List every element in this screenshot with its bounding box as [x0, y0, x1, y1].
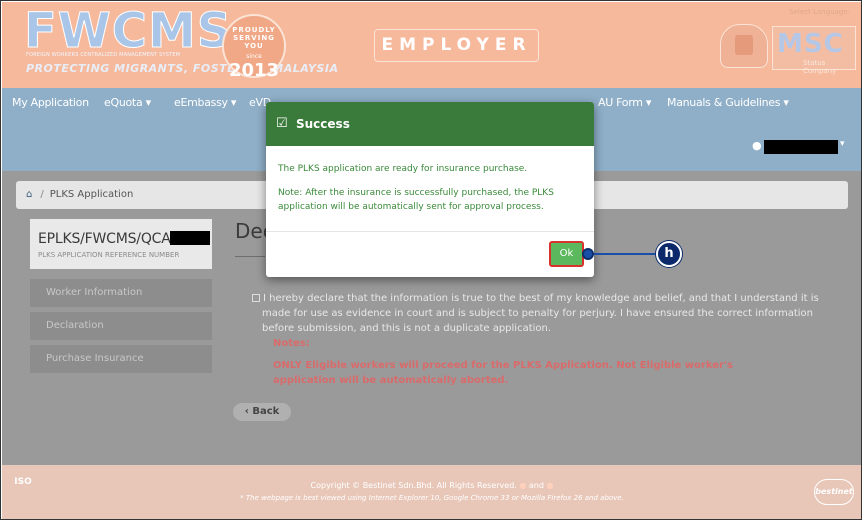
- title-underline: [235, 256, 265, 257]
- since-2013-seal: PROUDLY SERVING YOU since 2013: [222, 14, 286, 81]
- copyright-text: Copyright © Bestinet Sdn.Bhd. All Rights…: [2, 481, 861, 490]
- language-label: Select Language:: [789, 8, 850, 16]
- logo-tagline: PROTECTING MIGRANTS, FOSTERING MALAYSIA: [26, 62, 339, 75]
- malaysia-coat-of-arms-icon: [720, 24, 768, 68]
- redacted-reference-suffix: [170, 231, 210, 245]
- modal-header: ☑ Success: [266, 102, 594, 146]
- chevron-left-icon: ‹: [244, 406, 249, 417]
- reference-number-label: PLKS APPLICATION REFERENCE NUMBER: [38, 251, 180, 259]
- fwcms-logo[interactable]: FWCMS: [23, 6, 232, 57]
- sidebar-item-purchase-insurance[interactable]: Purchase Insurance: [30, 345, 212, 373]
- sidebar-item-worker-information[interactable]: Worker Information: [30, 279, 212, 307]
- success-modal: ☑ Success The PLKS application are ready…: [266, 102, 594, 277]
- callout-dot: [582, 248, 594, 260]
- msc-sub: Status Company: [803, 59, 837, 75]
- logo-subtitle: FOREIGN WORKERS CENTRALIZED MANAGEMENT S…: [26, 52, 181, 58]
- browser-recommendation: * The webpage is best viewed using Inter…: [240, 494, 624, 502]
- modal-message: The PLKS application are ready for insur…: [278, 164, 528, 174]
- nav-manuals-guidelines[interactable]: Manuals & Guidelines ▾: [667, 96, 789, 109]
- seal-since: since: [246, 53, 262, 60]
- employer-portal-label: EMPLOYER: [374, 29, 539, 62]
- msc-text: MSC: [777, 29, 844, 59]
- breadcrumb-current: PLKS Application: [49, 189, 134, 200]
- declaration-checkbox[interactable]: [252, 294, 260, 302]
- bestinet-logo: bestinet: [814, 479, 854, 505]
- user-icon[interactable]: ●: [752, 139, 762, 152]
- nav-equota[interactable]: eQuota ▾: [104, 96, 151, 109]
- disclaimer-link[interactable]: ●: [547, 481, 554, 490]
- back-button[interactable]: ‹ Back: [233, 403, 291, 421]
- chevron-down-icon[interactable]: ▾: [840, 139, 845, 149]
- reference-number-card: EPLKS/FWCMS/QCAL800 PLKS APPLICATION REF…: [30, 219, 212, 269]
- language-selector[interactable]: Select Language:: [789, 8, 850, 16]
- browser-frame: FWCMS FOREIGN WORKERS CENTRALIZED MANAGE…: [0, 0, 862, 520]
- declaration-statement: I hereby declare that the information is…: [252, 291, 820, 336]
- seal-year: 2013: [228, 60, 280, 81]
- modal-note: Note: After the insurance is successfull…: [278, 188, 554, 212]
- redacted-username[interactable]: [764, 140, 838, 154]
- modal-title: Success: [296, 117, 350, 131]
- breadcrumb-separator: /: [40, 189, 44, 200]
- msc-status-logo: MSC Status Company: [772, 26, 856, 75]
- site-footer: ISO Copyright © Bestinet Sdn.Bhd. All Ri…: [2, 465, 861, 519]
- callout-line: [594, 253, 657, 255]
- declaration-text: I hereby declare that the information is…: [262, 293, 819, 334]
- copyright: Copyright © Bestinet Sdn.Bhd. All Rights…: [310, 481, 517, 490]
- modal-divider: [266, 231, 594, 232]
- seal-text: PROUDLY SERVING YOU: [232, 26, 276, 50]
- and-text: and: [528, 481, 544, 490]
- ok-button[interactable]: Ok: [549, 241, 584, 267]
- site-header: FWCMS FOREIGN WORKERS CENTRALIZED MANAGE…: [2, 2, 861, 88]
- notes-text: ONLY Eligible workers will proceed for t…: [273, 360, 733, 386]
- back-label: Back: [252, 406, 280, 417]
- nav-au-form[interactable]: AU Form ▾: [598, 96, 651, 109]
- modal-body: The PLKS application are ready for insur…: [278, 162, 578, 214]
- notes-label: Notes:: [273, 338, 310, 349]
- callout-badge-h: h: [656, 241, 682, 267]
- privacy-policy-link[interactable]: ●: [519, 481, 526, 490]
- sidebar-item-declaration[interactable]: Declaration: [30, 312, 212, 340]
- home-icon[interactable]: ⌂: [26, 189, 32, 200]
- check-square-icon: ☑: [276, 116, 288, 131]
- nav-eembassy[interactable]: eEmbassy ▾: [174, 96, 236, 109]
- nav-my-application[interactable]: My Application: [12, 96, 89, 109]
